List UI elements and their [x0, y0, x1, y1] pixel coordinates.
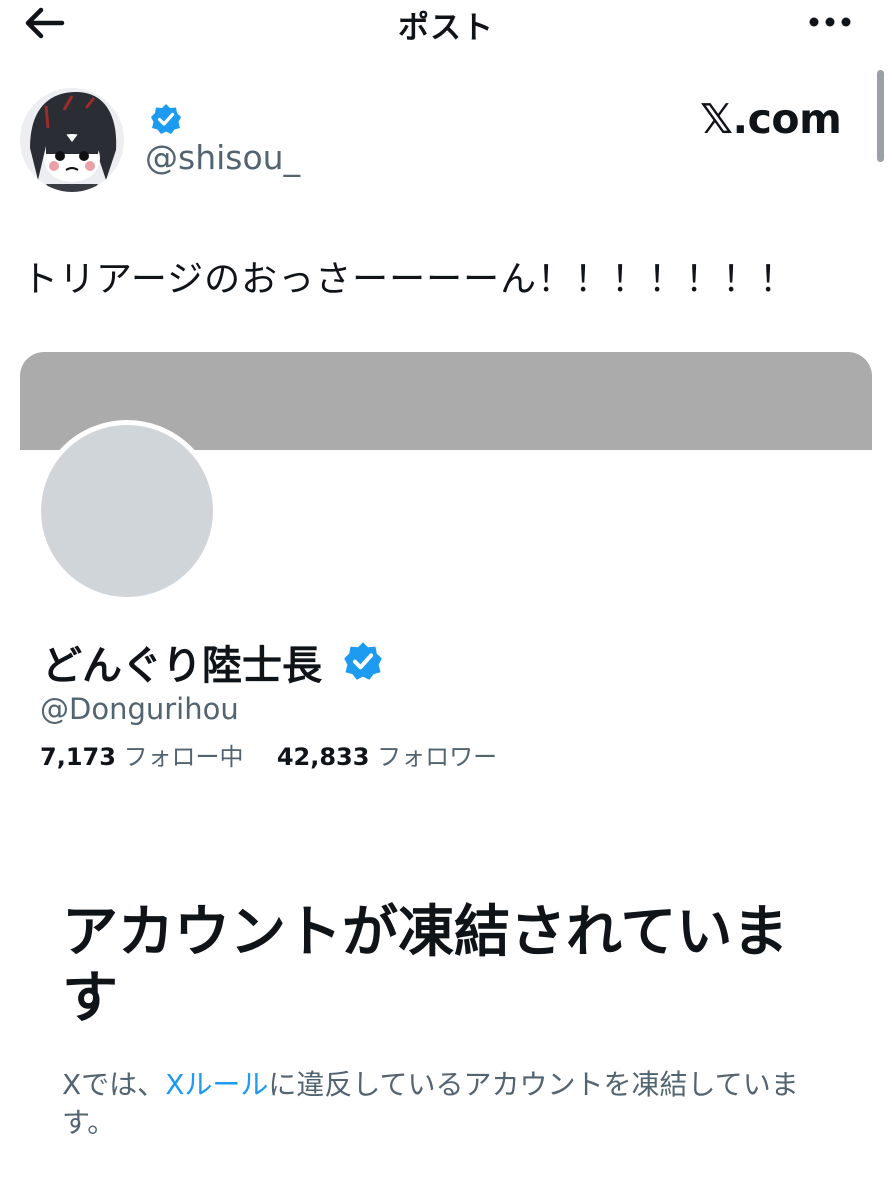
suspended-desc-prefix: Xでは、 [62, 1068, 166, 1101]
followers-label[interactable]: フォロワー [377, 743, 497, 771]
profile-avatar-placeholder[interactable] [36, 420, 218, 602]
avatar-illustration [20, 88, 124, 192]
profile-handle[interactable]: @Dongurihou [40, 692, 239, 726]
suspended-description: Xでは、Xルールに違反しているアカウントを凍結しています。 [62, 1066, 832, 1142]
post-text: トリアージのおっさーーーーん！！！！！！！ [22, 259, 797, 300]
scrollbar[interactable] [877, 70, 884, 162]
ellipsis-icon[interactable] [805, 10, 855, 34]
profile-name[interactable]: どんぐり陸士長 [42, 633, 322, 691]
author-handle[interactable]: @shisou_ [145, 138, 300, 177]
verified-badge-icon [344, 642, 382, 680]
suspended-title: アカウントが凍結されています [62, 900, 789, 1031]
x-rules-link[interactable]: Xルール [165, 1068, 268, 1101]
following-label[interactable]: フォロー中 [124, 743, 244, 771]
following-count[interactable]: 7,173 [40, 743, 116, 771]
profile-stats: 7,173 フォロー中 42,833 フォロワー [40, 737, 497, 772]
brand-watermark: 𝕏.com [700, 95, 842, 143]
verified-badge-icon [151, 104, 181, 134]
followers-count[interactable]: 42,833 [277, 743, 370, 771]
top-bar: ポスト [0, 0, 892, 48]
page-title: ポスト [398, 10, 494, 46]
author-avatar[interactable] [20, 88, 124, 192]
